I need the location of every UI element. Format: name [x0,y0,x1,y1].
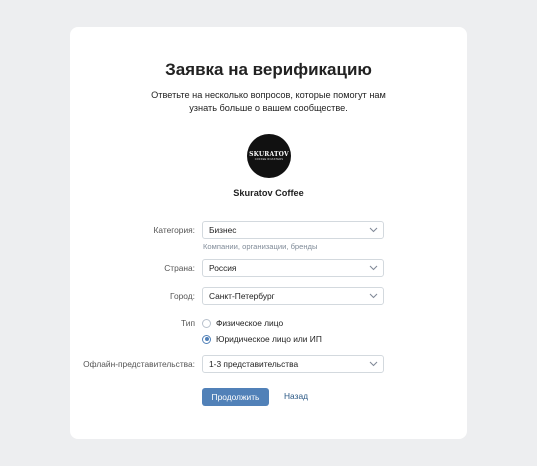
page-title: Заявка на верификацию [165,60,372,79]
city-select[interactable]: Санкт-Петербург [202,287,384,305]
type-option-legal-entity[interactable]: Юридическое лицо или ИП [202,334,322,344]
type-option-individual[interactable]: Физическое лицо [202,318,283,328]
continue-button[interactable]: Продолжить [202,388,269,406]
chevron-down-icon [369,361,378,367]
page-subtitle: Ответьте на несколько вопросов, которые … [151,90,386,113]
city-value: Санкт-Петербург [209,291,275,301]
offline-select[interactable]: 1-3 представительства [202,355,384,373]
country-value: Россия [209,263,237,273]
country-label: Страна: [164,263,195,273]
verification-card: Заявка на верификацию Ответьте на нескол… [70,27,467,439]
type-option-label: Физическое лицо [216,318,284,328]
chevron-down-icon [369,265,378,271]
community-avatar: SKURATOV COFFEE ROASTERS [247,134,291,178]
radio-button[interactable] [202,318,211,328]
back-link[interactable]: Назад [284,391,308,401]
radio-button-checked[interactable] [202,334,211,344]
country-select[interactable]: Россия [202,259,384,277]
category-hint: Компании, организации, бренды [203,242,318,251]
offline-value: 1-3 представительства [209,359,299,369]
avatar-logo-text: SKURATOV [249,151,289,158]
type-label: Тип [181,318,195,328]
category-value: Бизнес [209,225,237,235]
city-label: Город: [170,291,195,301]
community-name: Skuratov Coffee [233,188,304,198]
category-label: Категория: [153,225,195,235]
chevron-down-icon [369,293,378,299]
avatar-logo-subtext: COFFEE ROASTERS [254,158,284,161]
offline-label: Офлайн-представительства: [83,359,195,369]
chevron-down-icon [369,227,378,233]
type-option-label: Юридическое лицо или ИП [216,334,322,344]
category-select[interactable]: Бизнес [202,221,384,239]
